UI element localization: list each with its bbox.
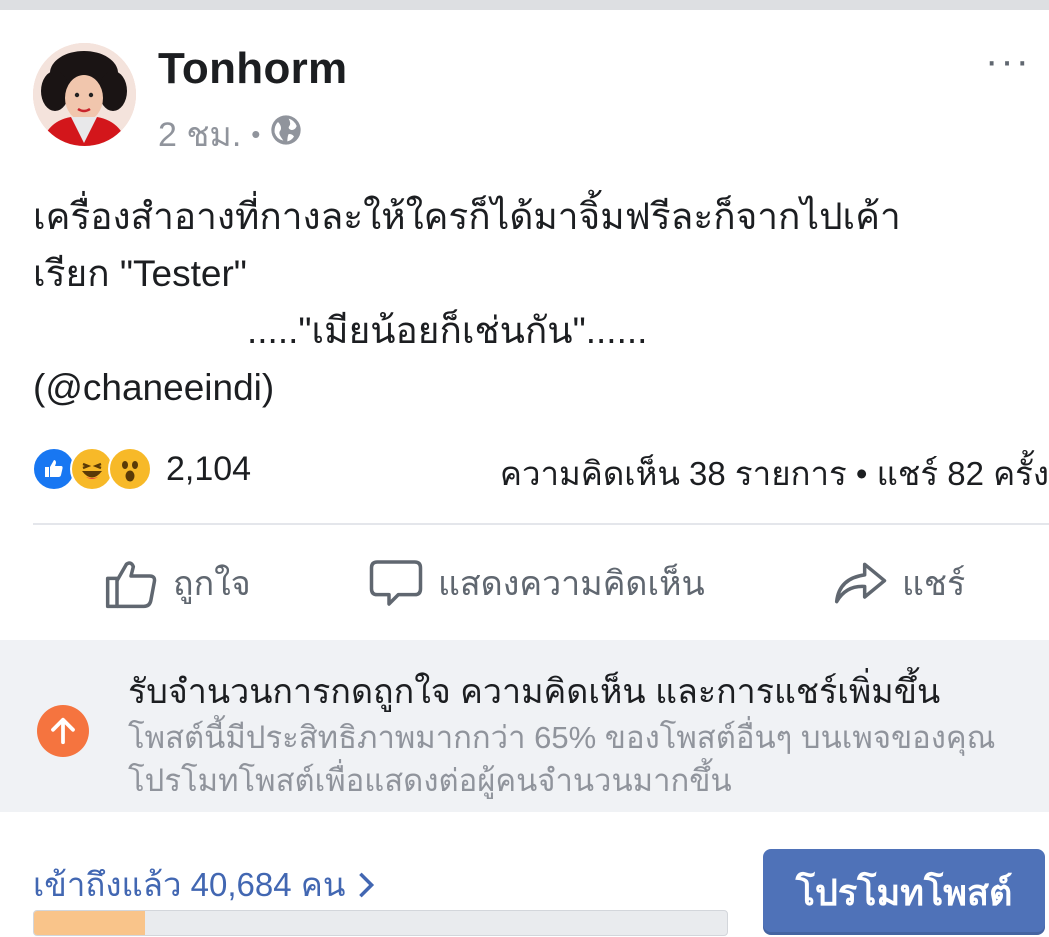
post-text-line: ....."เมียน้อยก็เช่นกัน"...... — [247, 310, 648, 351]
author-name[interactable]: Tonhorm — [158, 44, 347, 94]
post-text-line: เรียก "Tester" — [33, 253, 247, 294]
reach-progress-bar — [33, 910, 728, 936]
thumbs-up-icon — [105, 561, 157, 609]
comment-button[interactable]: แสดงความคิดเห็น — [368, 555, 705, 611]
post-meta: 2 ชม. • — [158, 107, 302, 161]
post-timestamp[interactable]: 2 ชม. — [158, 107, 241, 161]
reaction-count: 2,104 — [166, 449, 252, 488]
comments-shares-count[interactable]: ความคิดเห็น 38 รายการ • แชร์ 82 ครั้ง — [500, 447, 1049, 500]
promote-post-button[interactable]: โปรโมทโพสต์ — [763, 849, 1045, 935]
reactions-summary[interactable]: 2,104 — [32, 447, 251, 491]
divider — [33, 523, 1049, 525]
promo-description: โพสต์นี้มีประสิทธิภาพมากกว่า 65% ของโพสต… — [128, 716, 995, 802]
promo-desc-line: โพสต์นี้มีประสิทธิภาพมากกว่า 65% ของโพสต… — [128, 720, 996, 755]
promo-desc-line: โปรโมทโพสต์เพื่อแสดงต่อผู้คนจำนวนมากขึ้น — [128, 763, 732, 798]
post-text: เครื่องสำอางที่กางละให้ใครก็ได้มาจิ้มฟรี… — [33, 188, 1033, 416]
avatar-image — [33, 43, 136, 146]
like-button[interactable]: ถูกใจ — [103, 555, 251, 611]
reach-label: เข้าถึงแล้ว 40,684 คน — [33, 866, 346, 903]
promo-title: รับจำนวนการกดถูกใจ ความคิดเห็น และการแชร… — [128, 673, 941, 711]
globe-icon — [270, 114, 302, 155]
wow-reaction-icon — [108, 447, 152, 491]
comment-label: แสดงความคิดเห็น — [438, 565, 705, 603]
top-separator — [0, 0, 1049, 10]
arrow-up-icon — [37, 705, 89, 757]
like-label: ถูกใจ — [173, 565, 251, 603]
share-label: แชร์ — [902, 565, 966, 603]
share-arrow-icon — [834, 562, 887, 604]
chevron-right-icon — [359, 872, 375, 897]
post-mention: (@chaneeindi) — [33, 367, 275, 408]
avatar[interactable] — [33, 43, 136, 146]
post-text-line: เครื่องสำอางที่กางละให้ใครก็ได้มาจิ้มฟรี… — [33, 196, 901, 237]
reach-progress-fill — [34, 911, 145, 935]
meta-separator: • — [251, 118, 261, 149]
reach-link[interactable]: เข้าถึงแล้ว 40,684 คน — [33, 858, 375, 911]
comment-icon — [369, 560, 423, 606]
share-button[interactable]: แชร์ — [832, 555, 965, 611]
more-options-icon[interactable]: ··· — [985, 41, 1031, 81]
